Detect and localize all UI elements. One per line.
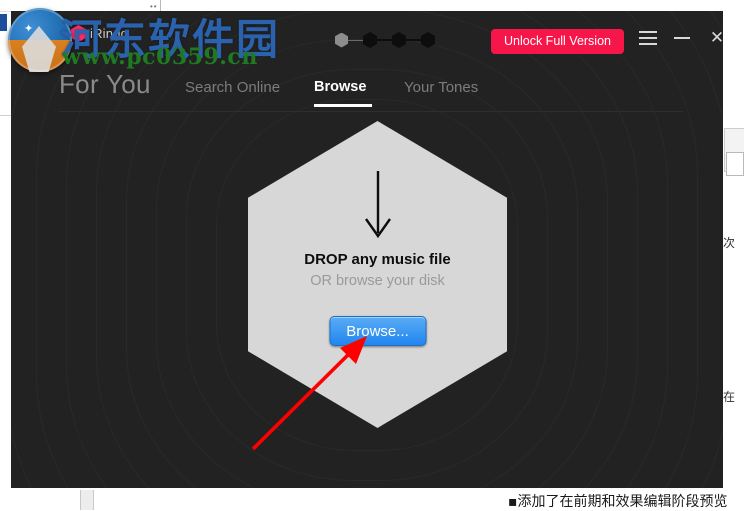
tab-search-online[interactable]: Search Online xyxy=(185,79,280,96)
page-bottom-text: ▪添加了在前期和效果编辑阶段预览 xyxy=(508,494,728,510)
title-bar: iRingg Unlock Full Version ✕ xyxy=(11,11,723,59)
page-left-blue-marker xyxy=(0,14,7,31)
step-connector-2 xyxy=(377,39,392,41)
step-progress-indicator xyxy=(335,32,435,48)
main-tab-bar: For You Search Online Browse Your Tones xyxy=(11,69,723,113)
page-right-inner-panel xyxy=(726,152,744,176)
hamburger-menu-icon[interactable] xyxy=(639,31,657,45)
hexagon-step-icon-3[interactable] xyxy=(392,32,406,48)
minimize-icon[interactable] xyxy=(674,37,690,39)
iringg-app-window: iRingg Unlock Full Version ✕ For You Sea… xyxy=(11,11,723,488)
hexagon-logo-icon xyxy=(71,25,86,42)
unlock-full-version-button[interactable]: Unlock Full Version xyxy=(491,29,624,54)
active-tab-underline xyxy=(314,104,372,107)
hexagon-step-icon-4[interactable] xyxy=(421,32,435,48)
drop-zone-title: DROP any music file xyxy=(248,251,507,268)
tab-browse[interactable]: Browse xyxy=(314,79,366,95)
down-arrow-icon xyxy=(364,171,391,239)
browse-button[interactable]: Browse... xyxy=(329,316,426,346)
close-icon[interactable]: ✕ xyxy=(709,29,723,46)
browser-tab-dots: •• xyxy=(150,2,158,11)
drop-zone-title-strong: DROP xyxy=(304,251,348,268)
step-connector-3 xyxy=(406,39,421,41)
step-connector-1 xyxy=(348,39,363,41)
tab-your-tones[interactable]: Your Tones xyxy=(404,79,478,96)
app-logo: iRingg xyxy=(71,25,128,42)
tab-bar-divider xyxy=(59,111,683,112)
browser-tab-divider xyxy=(160,0,161,11)
hexagon-step-icon-2[interactable] xyxy=(363,32,377,48)
page-scrollbar[interactable] xyxy=(80,490,94,510)
app-name-label: iRingg xyxy=(90,26,129,41)
page-right-column xyxy=(723,11,744,510)
hexagon-step-icon-1[interactable] xyxy=(335,32,348,48)
tab-for-you[interactable]: For You xyxy=(59,69,151,100)
drop-zone-subtitle: OR browse your disk xyxy=(310,273,445,289)
page-right-text-2: 在 xyxy=(723,390,736,404)
page-right-text-1: 次 xyxy=(723,236,736,250)
drop-zone-title-rest: any music file xyxy=(347,251,451,268)
drop-music-file-zone[interactable]: DROP any music file OR browse your disk … xyxy=(248,121,507,428)
